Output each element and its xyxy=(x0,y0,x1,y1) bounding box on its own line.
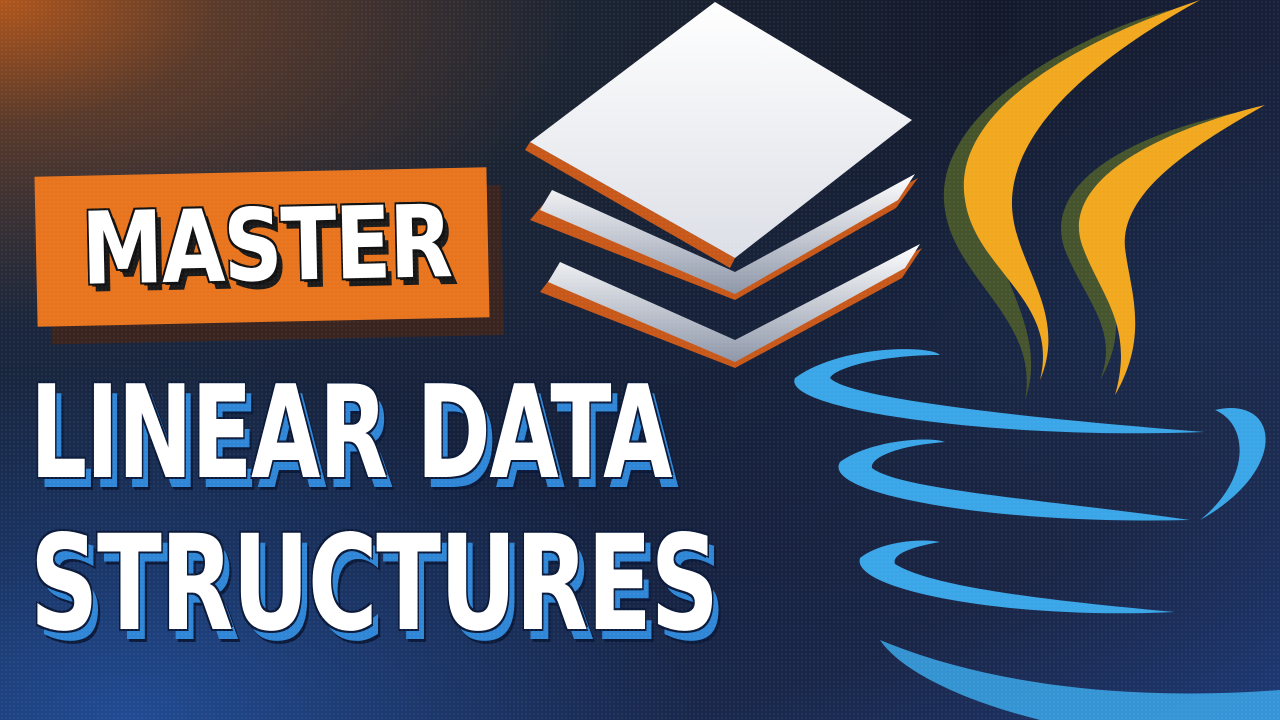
badge-title: MASTER xyxy=(80,183,453,308)
headline-line-2: STRUCTURES xyxy=(30,507,719,661)
headline-line-1: LINEAR DATA xyxy=(30,359,672,508)
